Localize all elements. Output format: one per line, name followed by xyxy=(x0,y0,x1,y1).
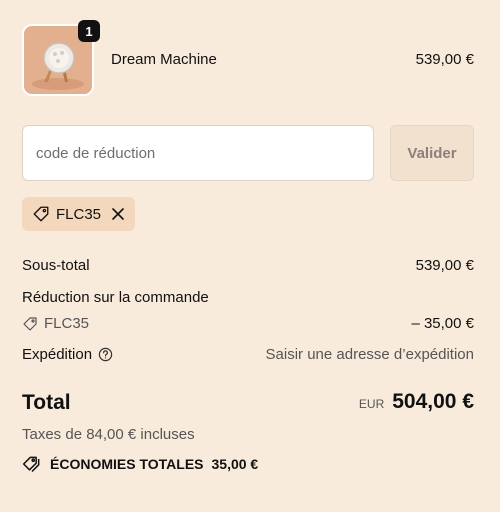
taxes-note: Taxes de 84,00 € incluses xyxy=(22,426,195,443)
applied-discount-chip: FLC35 xyxy=(22,197,136,231)
subtotal-row: Sous-total 539,00 € xyxy=(22,257,474,274)
tag-icon xyxy=(32,205,50,223)
shipping-row: Expédition Saisir une adresse d’expéditi… xyxy=(22,346,474,363)
order-discount-value: – 35,00 € xyxy=(411,315,474,332)
subtotal-value: 539,00 € xyxy=(415,257,474,274)
total-savings: ÉCONOMIES TOTALES 35,00 € xyxy=(22,454,258,474)
order-discount-row: Réduction sur la commande xyxy=(22,289,474,306)
applied-discount-code: FLC35 xyxy=(56,205,102,223)
product-price: 539,00 € xyxy=(415,51,474,68)
order-discount-label: Réduction sur la commande xyxy=(22,289,209,306)
savings-value: 35,00 € xyxy=(211,456,259,472)
total-currency: EUR xyxy=(358,397,385,411)
help-icon[interactable] xyxy=(98,347,113,362)
total-amount-block: EUR 504,00 € xyxy=(359,390,474,414)
quantity-badge: 1 xyxy=(78,20,100,42)
total-amount: 504,00 € xyxy=(392,390,474,413)
remove-discount-icon[interactable] xyxy=(111,207,125,221)
discount-code-input[interactable] xyxy=(22,125,374,181)
subtotal-label: Sous-total xyxy=(22,257,90,274)
order-discount-code-row: FLC35 – 35,00 € xyxy=(22,315,474,332)
total-label: Total xyxy=(22,391,71,414)
apply-discount-button[interactable]: Valider xyxy=(390,125,474,181)
shipping-label: Expédition xyxy=(22,346,93,363)
tags-icon xyxy=(22,454,42,474)
tag-icon xyxy=(22,316,38,332)
order-discount-code: FLC35 xyxy=(44,315,90,332)
shipping-value: Saisir une adresse d’expédition xyxy=(265,346,474,363)
savings-label: ÉCONOMIES TOTALES xyxy=(50,456,204,472)
product-name: Dream Machine xyxy=(111,51,217,68)
